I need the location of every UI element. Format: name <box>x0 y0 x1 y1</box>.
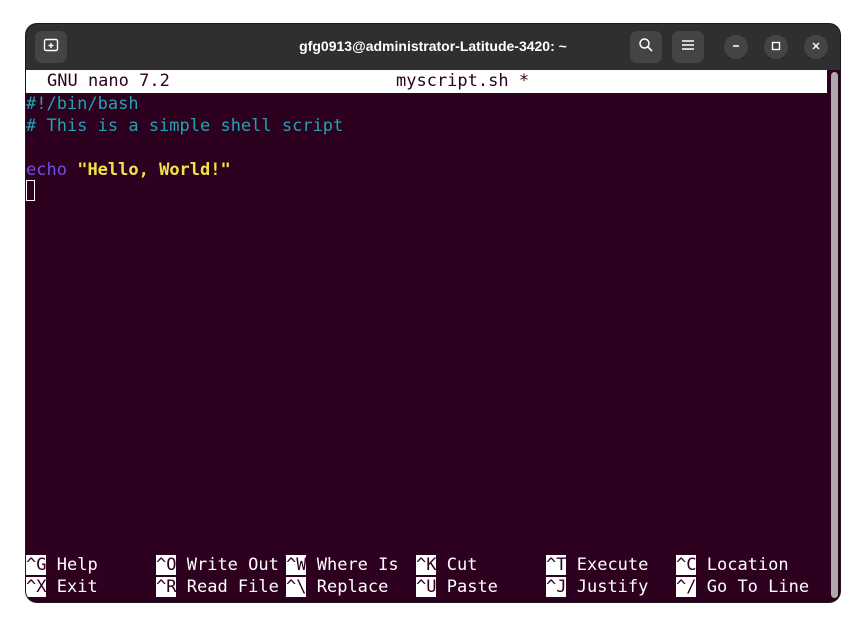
scrollbar-thumb[interactable] <box>831 72 838 598</box>
shortcut-execute[interactable]: ^T Execute <box>546 554 648 576</box>
hamburger-menu-icon <box>681 38 695 56</box>
shortcut-justify[interactable]: ^J Justify <box>546 576 648 598</box>
close-button[interactable] <box>804 35 828 59</box>
code-line-4: echo "Hello, World!" <box>26 159 231 181</box>
terminal-area[interactable]: GNU nano 7.2 myscript.sh * #!/bin/bash #… <box>26 70 840 602</box>
terminal-window: gfg0913@administrator-Latitude-3420: ~ G… <box>26 24 840 602</box>
echo-keyword: echo <box>26 160 67 180</box>
shortcut-exit[interactable]: ^X Exit <box>26 576 98 598</box>
menu-button[interactable] <box>672 31 704 63</box>
nano-header: GNU nano 7.2 myscript.sh * <box>26 70 827 93</box>
scrollbar[interactable] <box>828 70 840 602</box>
shortcut-go-to-line[interactable]: ^/ Go To Line <box>676 576 809 598</box>
maximize-button[interactable] <box>764 35 788 59</box>
search-button[interactable] <box>630 31 662 63</box>
shortcut-help[interactable]: ^G Help <box>26 554 98 576</box>
nano-version: GNU nano 7.2 <box>47 71 170 91</box>
echo-string: "Hello, World!" <box>77 160 231 180</box>
file-name: myscript.sh * <box>396 71 530 91</box>
shortcut-location[interactable]: ^C Location <box>676 554 789 576</box>
shortcut-cut[interactable]: ^K Cut <box>416 554 477 576</box>
minimize-icon <box>731 38 741 56</box>
maximize-icon <box>771 38 781 56</box>
shortcut-read-file[interactable]: ^R Read File <box>156 576 279 598</box>
search-icon <box>638 37 654 58</box>
shortcut-row-1: ^G Help ^O Write Out ^W Where Is ^K Cut … <box>26 554 827 576</box>
minimize-button[interactable] <box>724 35 748 59</box>
title-bar: gfg0913@administrator-Latitude-3420: ~ <box>26 24 840 70</box>
shortcut-write-out[interactable]: ^O Write Out <box>156 554 279 576</box>
code-line-1: #!/bin/bash <box>26 94 139 114</box>
shortcut-replace[interactable]: ^\ Replace <box>286 576 388 598</box>
code-line-2: # This is a simple shell script <box>26 116 344 136</box>
window-title: gfg0913@administrator-Latitude-3420: ~ <box>299 38 567 54</box>
close-icon <box>811 38 821 56</box>
shortcut-paste[interactable]: ^U Paste <box>416 576 498 598</box>
shortcut-row-2: ^X Exit ^R Read File ^\ Replace ^U Paste… <box>26 576 827 598</box>
shortcut-where-is[interactable]: ^W Where Is <box>286 554 399 576</box>
text-cursor <box>26 180 35 201</box>
